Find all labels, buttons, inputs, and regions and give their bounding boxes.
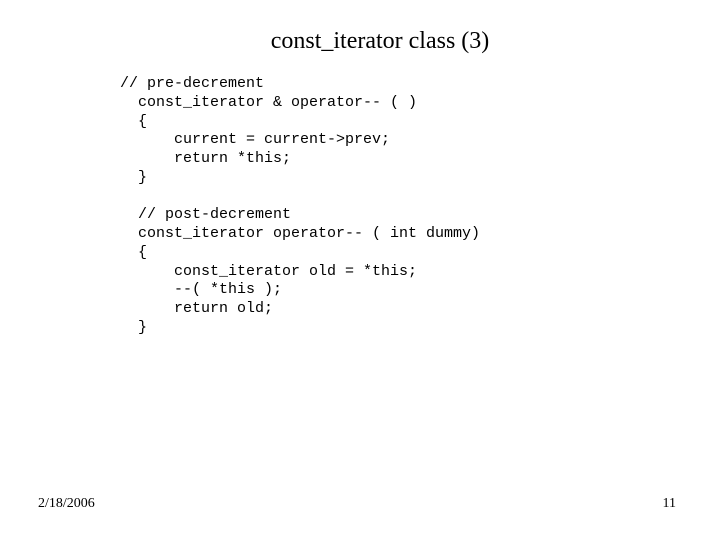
- page-title: const_iterator class (3): [0, 0, 720, 63]
- slide: const_iterator class (3) // pre-decremen…: [0, 0, 720, 540]
- footer-date: 2/18/2006: [38, 496, 95, 512]
- code-block: // pre-decrement const_iterator & operat…: [0, 63, 720, 338]
- footer-page: 11: [663, 496, 676, 512]
